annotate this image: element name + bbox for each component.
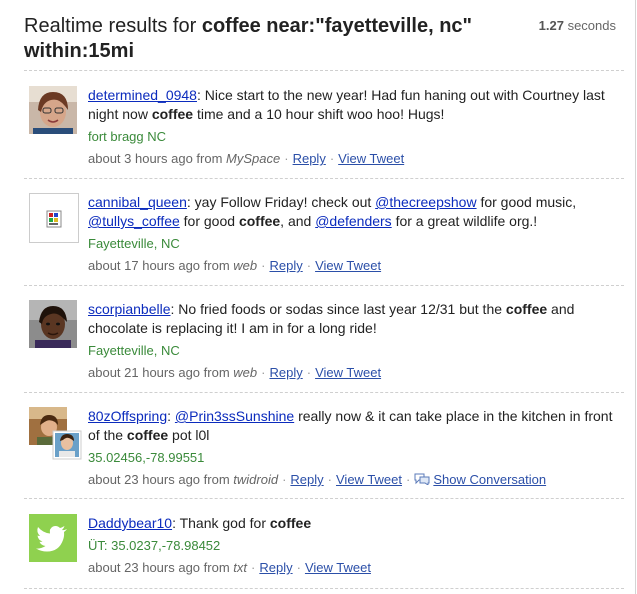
tweet-username[interactable]: scorpianbelle [88, 301, 171, 317]
reply-link[interactable]: Reply [269, 258, 302, 273]
tweet-content: Daddybear10: Thank god for coffee ÜT: 35… [88, 514, 616, 577]
tweet-location: 35.02456,-78.99551 [88, 450, 205, 465]
page-title: Realtime results for coffee near:"fayett… [24, 14, 494, 64]
title-prefix: Realtime results for [24, 15, 202, 37]
tweet-content: determined_0948: Nice start to the new y… [88, 86, 616, 168]
tweet-meta: about 3 hours ago from MySpace · Reply · Vie… [88, 151, 405, 166]
avatar[interactable] [29, 193, 79, 243]
twitter-bird-icon [29, 514, 77, 562]
tweet-meta: about 17 hours ago from web · Reply · View T… [88, 258, 382, 273]
tweet-text: : Thank god for [172, 515, 270, 531]
tweet-text: , and [280, 213, 316, 229]
view-tweet-link[interactable]: View Tweet [305, 560, 371, 575]
tweet-location: Fayetteville, NC [88, 236, 180, 251]
tweet-keyword: coffee [238, 213, 281, 229]
tweet-source: txt [233, 560, 247, 575]
reply-link[interactable]: Reply [293, 151, 326, 166]
tweet-source: twidroid [233, 472, 279, 487]
view-tweet-link[interactable]: View Tweet [336, 472, 402, 487]
tweet-time: about 23 hours ago from [88, 472, 234, 487]
divider [24, 178, 624, 179]
tweet-username[interactable]: Daddybear10 [88, 515, 172, 531]
tweet-text: pot l0l [168, 427, 210, 443]
mention-link[interactable]: @thecreepshow [375, 194, 476, 210]
avatar[interactable] [29, 407, 83, 461]
tweet-username[interactable]: 80zOffspring [88, 408, 167, 424]
tweet-meta: about 21 hours ago from web · Reply · View T… [88, 365, 382, 380]
elapsed-time: 1.27 seconds [539, 18, 616, 33]
mention-link[interactable]: @tullys_coffee [88, 213, 180, 229]
tweet-time: about 3 hours ago from [88, 151, 227, 166]
conversation-icon [414, 471, 430, 486]
tweet-location: ÜT: 35.0237,-78.98452 [88, 538, 221, 553]
reply-link[interactable]: Reply [259, 560, 292, 575]
divider [24, 392, 624, 393]
tweet-text: : No fried foods or sodas since last yea… [170, 301, 506, 317]
tweet-meta: about 23 hours ago from twidroid · Reply · V… [88, 471, 547, 487]
tweet-username[interactable]: determined_0948 [88, 87, 197, 103]
tweet-keyword: coffee [126, 427, 169, 443]
elapsed-unit: seconds [563, 18, 616, 33]
mention-link[interactable]: @defenders [315, 213, 391, 229]
tweet-text: for good music, [476, 194, 577, 210]
reply-link[interactable]: Reply [290, 472, 323, 487]
tweet-keyword: coffee [505, 301, 548, 317]
avatar[interactable] [29, 86, 77, 134]
tweet-text: : [167, 408, 175, 424]
tweet-location: Fayetteville, NC [88, 343, 180, 358]
tweet-content: scorpianbelle: No fried foods or sodas s… [88, 300, 616, 382]
divider [24, 498, 624, 499]
tweet-username[interactable]: cannibal_queen [88, 194, 187, 210]
tweet-text: : yay Follow Friday! check out [186, 194, 376, 210]
tweet-source: web [233, 258, 258, 273]
tweet-time: about 17 hours ago from [88, 258, 234, 273]
tweet-source: MySpace [226, 151, 281, 166]
mention-link[interactable]: @Prin3ssSunshine [175, 408, 294, 424]
reply-link[interactable]: Reply [269, 365, 302, 380]
view-tweet-link[interactable]: View Tweet [338, 151, 404, 166]
tweet-time: about 23 hours ago from [88, 560, 234, 575]
elapsed-value: 1.27 [538, 18, 564, 33]
avatar[interactable] [29, 514, 77, 562]
view-tweet-link[interactable]: View Tweet [315, 258, 381, 273]
tweet-content: 80zOffspring: @Prin3ssSunshine really no… [88, 407, 616, 489]
tweet-content: cannibal_queen: yay Follow Friday! check… [88, 193, 616, 275]
tweet-text: time and a 10 hour shift woo hoo! Hugs! [193, 106, 445, 122]
tweet-meta: about 23 hours ago from txt · Reply · View T… [88, 560, 371, 575]
tweet-source: web [233, 365, 258, 380]
show-conversation-link[interactable]: Show Conversation [433, 472, 546, 487]
tweet-keyword: coffee [269, 515, 312, 531]
tweet-time: about 21 hours ago from [88, 365, 234, 380]
tweet-location: fort bragg NC [88, 129, 167, 144]
results-header: Realtime results for coffee near:"fayett… [24, 14, 624, 64]
divider [24, 285, 624, 286]
tweet-text: for a great wildlife org.! [391, 213, 538, 229]
view-tweet-link[interactable]: View Tweet [315, 365, 381, 380]
tweet-keyword: coffee [151, 106, 194, 122]
avatar[interactable] [29, 300, 77, 348]
tweet-text: for good [179, 213, 239, 229]
divider [24, 70, 624, 71]
divider [24, 588, 624, 589]
